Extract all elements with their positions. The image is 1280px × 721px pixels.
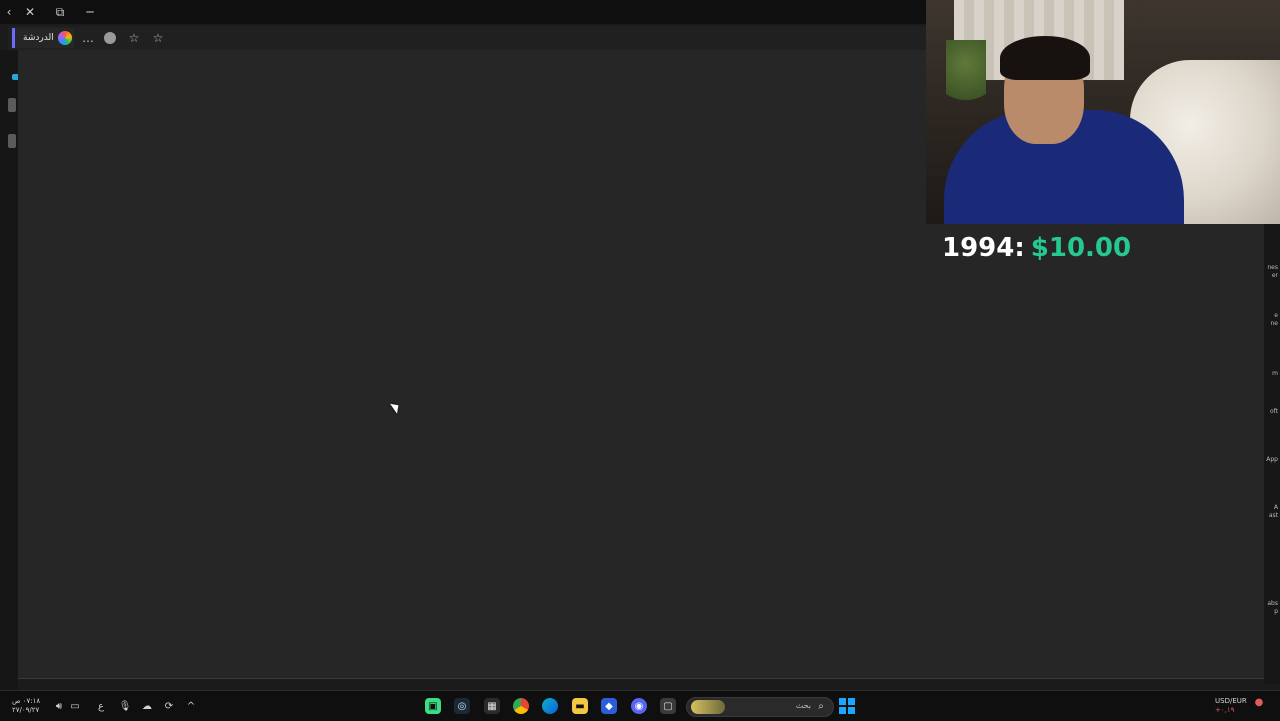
chrome-icon[interactable] — [513, 698, 529, 714]
app-green-icon[interactable]: ▣ — [425, 698, 441, 714]
currency-down-icon: ● — [1254, 696, 1264, 708]
volume-icon[interactable]: 🔊︎ — [52, 699, 66, 713]
profile-button[interactable] — [102, 30, 118, 46]
search-icon: ⌕ — [818, 700, 824, 712]
windows-start-icon[interactable] — [839, 698, 855, 714]
edge-text: p — [1274, 608, 1278, 615]
favorites-list-icon[interactable]: ☆ — [126, 30, 142, 46]
file-explorer-icon[interactable]: ▬ — [572, 698, 588, 714]
avatar — [104, 32, 116, 44]
clock-date: ٢٧/٠٩/٢٧ — [12, 706, 40, 714]
back-arrow-icon[interactable]: ‹ — [4, 2, 14, 22]
webcam-person-hair — [1000, 36, 1090, 80]
add-favorite-star-icon[interactable]: ☆ — [150, 30, 166, 46]
background-window-edge: nes er e ne m oft App A ast abs p — [1264, 224, 1280, 684]
price-value: $10.00 — [1030, 233, 1132, 263]
edge-icon[interactable] — [542, 698, 558, 714]
taskbar: ٠٧:١٨ ص ٢٧/٠٩/٢٧ 🔊︎ ▭ ع 🎙︎ ☁ ⟳ ^ ▣ ◎ ▦ ▬… — [0, 690, 1280, 721]
taskbar-search[interactable]: بحث ⌕ — [686, 697, 834, 717]
sync-icon[interactable]: ⟳ — [162, 699, 176, 713]
webcam-overlay — [926, 0, 1280, 224]
sidebar-item[interactable] — [8, 98, 16, 112]
sidebar-item[interactable] — [8, 134, 16, 148]
currency-widget[interactable]: USD/EUR +٠,١٩ — [1215, 697, 1247, 715]
chat-tab-label: الدردشة — [23, 33, 54, 43]
onedrive-icon[interactable]: ☁ — [140, 699, 154, 713]
close-window-button[interactable]: ✕ — [20, 2, 40, 22]
search-placeholder: بحث — [795, 701, 811, 710]
restore-window-button[interactable]: ⧉ — [50, 2, 70, 22]
price-year: 1994: — [942, 233, 1025, 263]
window-titlebar: ‹ ✕ ⧉ ─ — [0, 0, 926, 24]
copilot-chat-tab[interactable]: الدردشة — [12, 28, 74, 48]
price-overlay: 1994: $10.00 — [942, 230, 1131, 266]
edge-text: A — [1273, 504, 1278, 511]
currency-ticker: USD/EUR — [1215, 697, 1247, 705]
edge-text: m — [1272, 370, 1278, 377]
more-options-icon[interactable]: … — [80, 30, 96, 46]
store-icon[interactable]: ▦ — [484, 698, 500, 714]
edge-text: nes — [1267, 264, 1278, 271]
search-highlight-image — [691, 700, 725, 714]
edge-text: ast — [1268, 512, 1278, 519]
edge-text: e — [1274, 312, 1278, 319]
task-view-icon[interactable]: ▢ — [660, 698, 676, 714]
webcam-plant — [946, 40, 986, 120]
copilot-icon — [57, 31, 72, 45]
edge-text: ne — [1270, 320, 1279, 327]
clock[interactable]: ٠٧:١٨ ص ٢٧/٠٩/٢٧ — [12, 697, 40, 715]
network-icon[interactable]: ▭ — [68, 699, 82, 713]
show-hidden-icons-chevron-icon[interactable]: ^ — [184, 699, 198, 713]
left-sidebar-strip — [0, 50, 20, 690]
edge-text: abs — [1267, 600, 1278, 607]
microphone-icon[interactable]: 🎙︎ — [118, 699, 132, 713]
language-indicator[interactable]: ع — [94, 699, 108, 713]
app-blue-icon[interactable]: ◆ — [601, 698, 617, 714]
currency-value: +٠,١٩ — [1215, 706, 1235, 714]
browser-toolbar: الدردشة … ☆ ☆ — [8, 26, 926, 51]
edge-text: oft — [1269, 408, 1278, 415]
clock-time: ٠٧:١٨ ص — [12, 697, 41, 705]
discord-icon[interactable]: ◉ — [631, 698, 647, 714]
minimize-window-button[interactable]: ─ — [80, 2, 100, 22]
edge-text: er — [1271, 272, 1278, 279]
edge-text: App — [1266, 456, 1278, 463]
steam-icon[interactable]: ◎ — [454, 698, 470, 714]
